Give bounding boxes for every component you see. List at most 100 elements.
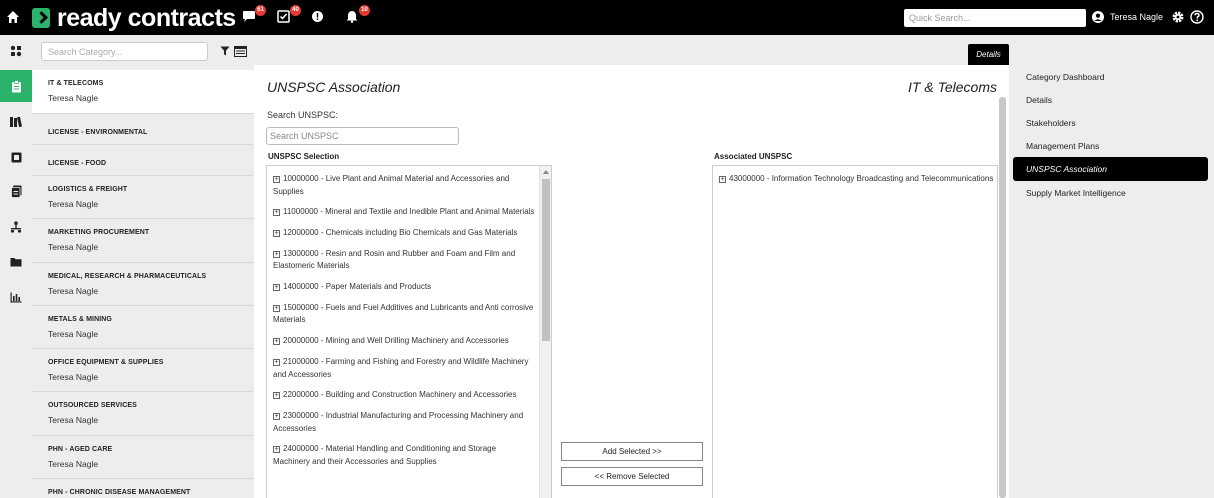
tree-item[interactable]: +10000000 - Live Plant and Animal Materi… (273, 173, 538, 198)
tree-item-label: 11000000 - Mineral and Textile and Inedi… (283, 207, 535, 217)
category-item[interactable]: IT & TELECOMS Teresa Nagle (32, 70, 254, 114)
rail-item-folders[interactable] (0, 246, 32, 278)
document-icon (10, 185, 21, 198)
checklist-icon (277, 10, 290, 23)
rail-item-library[interactable] (0, 106, 32, 138)
category-item[interactable]: LICENSE - FOOD (32, 145, 254, 176)
category-search-input[interactable] (41, 42, 208, 61)
alerts-button[interactable] (311, 10, 327, 24)
category-owner: Teresa Nagle (48, 415, 99, 426)
category-item[interactable]: LOGISTICS & FREIGHT Teresa Nagle (32, 176, 254, 220)
home-icon[interactable] (6, 10, 20, 24)
nav-management-plans[interactable]: Management Plans (1013, 134, 1208, 157)
expand-icon[interactable]: + (273, 250, 280, 258)
unspsc-selection-list[interactable]: +10000000 - Live Plant and Animal Materi… (266, 165, 552, 498)
selection-scrollbar-thumb[interactable] (542, 179, 550, 341)
app-name: ready contracts (57, 4, 236, 32)
file-square-icon (11, 152, 21, 162)
messages-button[interactable]: 61 (242, 5, 266, 24)
expand-icon[interactable]: + (273, 284, 280, 292)
tree-item-label: 24000000 - Material Handling and Conditi… (273, 444, 497, 466)
tree-item[interactable]: +14000000 - Paper Materials and Products (273, 281, 538, 294)
tree-item[interactable]: +11000000 - Mineral and Textile and Ined… (273, 206, 538, 219)
tree-item-label: 23000000 - Industrial Manufacturing and … (273, 411, 524, 433)
category-item[interactable]: MARKETING PROCUREMENT Teresa Nagle (32, 219, 254, 263)
tree-item[interactable]: +15000000 - Fuels and Fuel Additives and… (273, 302, 538, 327)
scroll-up-arrow-icon[interactable] (543, 170, 549, 174)
category-item[interactable]: OUTSOURCED SERVICES Teresa Nagle (32, 392, 254, 436)
rail-item-reports[interactable] (0, 281, 32, 313)
right-nav: Category Dashboard Details Stakeholders … (1013, 65, 1208, 204)
tools-icon (10, 45, 22, 57)
user-avatar-icon[interactable] (1092, 11, 1104, 23)
category-name: LOGISTICS & FREIGHT (48, 186, 128, 193)
expand-icon[interactable]: + (273, 392, 280, 400)
expand-icon[interactable]: + (273, 209, 280, 217)
expand-icon[interactable]: + (273, 446, 280, 454)
tree-item-label: 43000000 - Information Technology Broadc… (729, 174, 994, 183)
category-item[interactable]: LICENSE - ENVIRONMENTAL (32, 114, 254, 145)
nav-unspsc-association[interactable]: UNSPSC Association (1013, 157, 1208, 181)
tree-item[interactable]: +13000000 - Resin and Rosin and Rubber a… (273, 248, 538, 273)
logo-mark-icon (32, 8, 50, 28)
nav-details[interactable]: Details (1013, 88, 1208, 111)
category-name: METALS & MINING (48, 315, 112, 323)
main-scrollbar[interactable] (999, 97, 1006, 498)
category-item[interactable]: PHN - AGED CARE Teresa Nagle (32, 435, 254, 480)
category-name: MARKETING PROCUREMENT (48, 229, 150, 237)
category-owner: Teresa Nagle (48, 372, 99, 383)
table-view-icon[interactable] (234, 46, 247, 57)
tab-details[interactable]: Details (968, 44, 1009, 65)
rail-item-contracts[interactable] (0, 141, 32, 173)
tree-item[interactable]: +21000000 - Farming and Fishing and Fore… (273, 356, 538, 381)
nav-category-dashboard[interactable]: Category Dashboard (1013, 65, 1208, 88)
tree-item[interactable]: +43000000 - Information Technology Broad… (719, 173, 997, 186)
tree-item-label: 15000000 - Fuels and Fuel Additives and … (273, 302, 534, 325)
unspsc-search-input[interactable] (266, 127, 459, 145)
rail-item-org[interactable] (0, 211, 32, 243)
quick-search-input[interactable] (904, 9, 1086, 27)
category-owner: Teresa Nagle (48, 242, 99, 253)
rail-item-documents[interactable] (0, 175, 32, 207)
tree-item-label: 12000000 - Chemicals including Bio Chemi… (283, 228, 518, 238)
filter-icon[interactable] (220, 46, 230, 56)
expand-icon[interactable]: + (273, 338, 280, 346)
tree-item[interactable]: +12000000 - Chemicals including Bio Chem… (273, 227, 538, 240)
category-owner: Teresa Nagle (48, 328, 99, 339)
notifications-button[interactable]: 10 (346, 5, 370, 24)
tasks-button[interactable]: 40 (277, 5, 301, 24)
nav-stakeholders[interactable]: Stakeholders (1013, 111, 1208, 134)
expand-icon[interactable]: + (273, 230, 280, 238)
category-item[interactable]: METALS & MINING Teresa Nagle (32, 305, 254, 350)
tree-item[interactable]: +24000000 - Material Handling and Condit… (273, 443, 538, 468)
rail-item-dashboard[interactable] (0, 35, 32, 67)
tree-item-label: 10000000 - Live Plant and Animal Materia… (273, 174, 510, 196)
tree-item[interactable]: +22000000 - Building and Construction Ma… (273, 389, 538, 402)
category-item[interactable]: OFFICE EQUIPMENT & SUPPLIES Teresa Nagle (32, 349, 254, 393)
nav-supply-market-intelligence[interactable]: Supply Market Intelligence (1013, 181, 1208, 204)
expand-icon[interactable]: + (273, 176, 280, 183)
category-item[interactable]: PHN - CHRONIC DISEASE MANAGEMENT (32, 479, 254, 498)
expand-icon[interactable]: + (273, 413, 280, 421)
app-logo[interactable]: ready contracts (32, 4, 236, 32)
gear-icon[interactable] (1171, 10, 1185, 24)
unspsc-search-label: Search UNSPSC: (267, 110, 339, 120)
expand-icon[interactable]: + (273, 359, 280, 367)
tree-item-label: 21000000 - Farming and Fishing and Fores… (273, 357, 529, 379)
help-icon[interactable] (1190, 10, 1204, 24)
expand-icon[interactable]: + (273, 304, 280, 312)
bar-chart-icon (10, 292, 22, 302)
tasks-badge: 40 (290, 5, 301, 16)
expand-icon[interactable]: + (719, 176, 726, 183)
tree-item[interactable]: +20000000 - Mining and Well Drilling Mac… (273, 335, 538, 348)
tree-item[interactable]: +23000000 - Industrial Manufacturing and… (273, 410, 538, 435)
remove-selected-button[interactable]: << Remove Selected (561, 467, 703, 486)
rail-item-categories[interactable] (0, 70, 32, 102)
user-name[interactable]: Teresa Nagle (1110, 12, 1163, 22)
selection-scrollbar[interactable] (539, 166, 551, 498)
associated-unspsc-list[interactable]: +43000000 - Information Technology Broad… (712, 165, 998, 498)
chat-icon (243, 11, 255, 22)
category-owner: Teresa Nagle (48, 93, 99, 103)
category-item[interactable]: MEDICAL, RESEARCH & PHARMACEUTICALS Tere… (32, 262, 254, 306)
add-selected-button[interactable]: Add Selected >> (561, 442, 703, 461)
